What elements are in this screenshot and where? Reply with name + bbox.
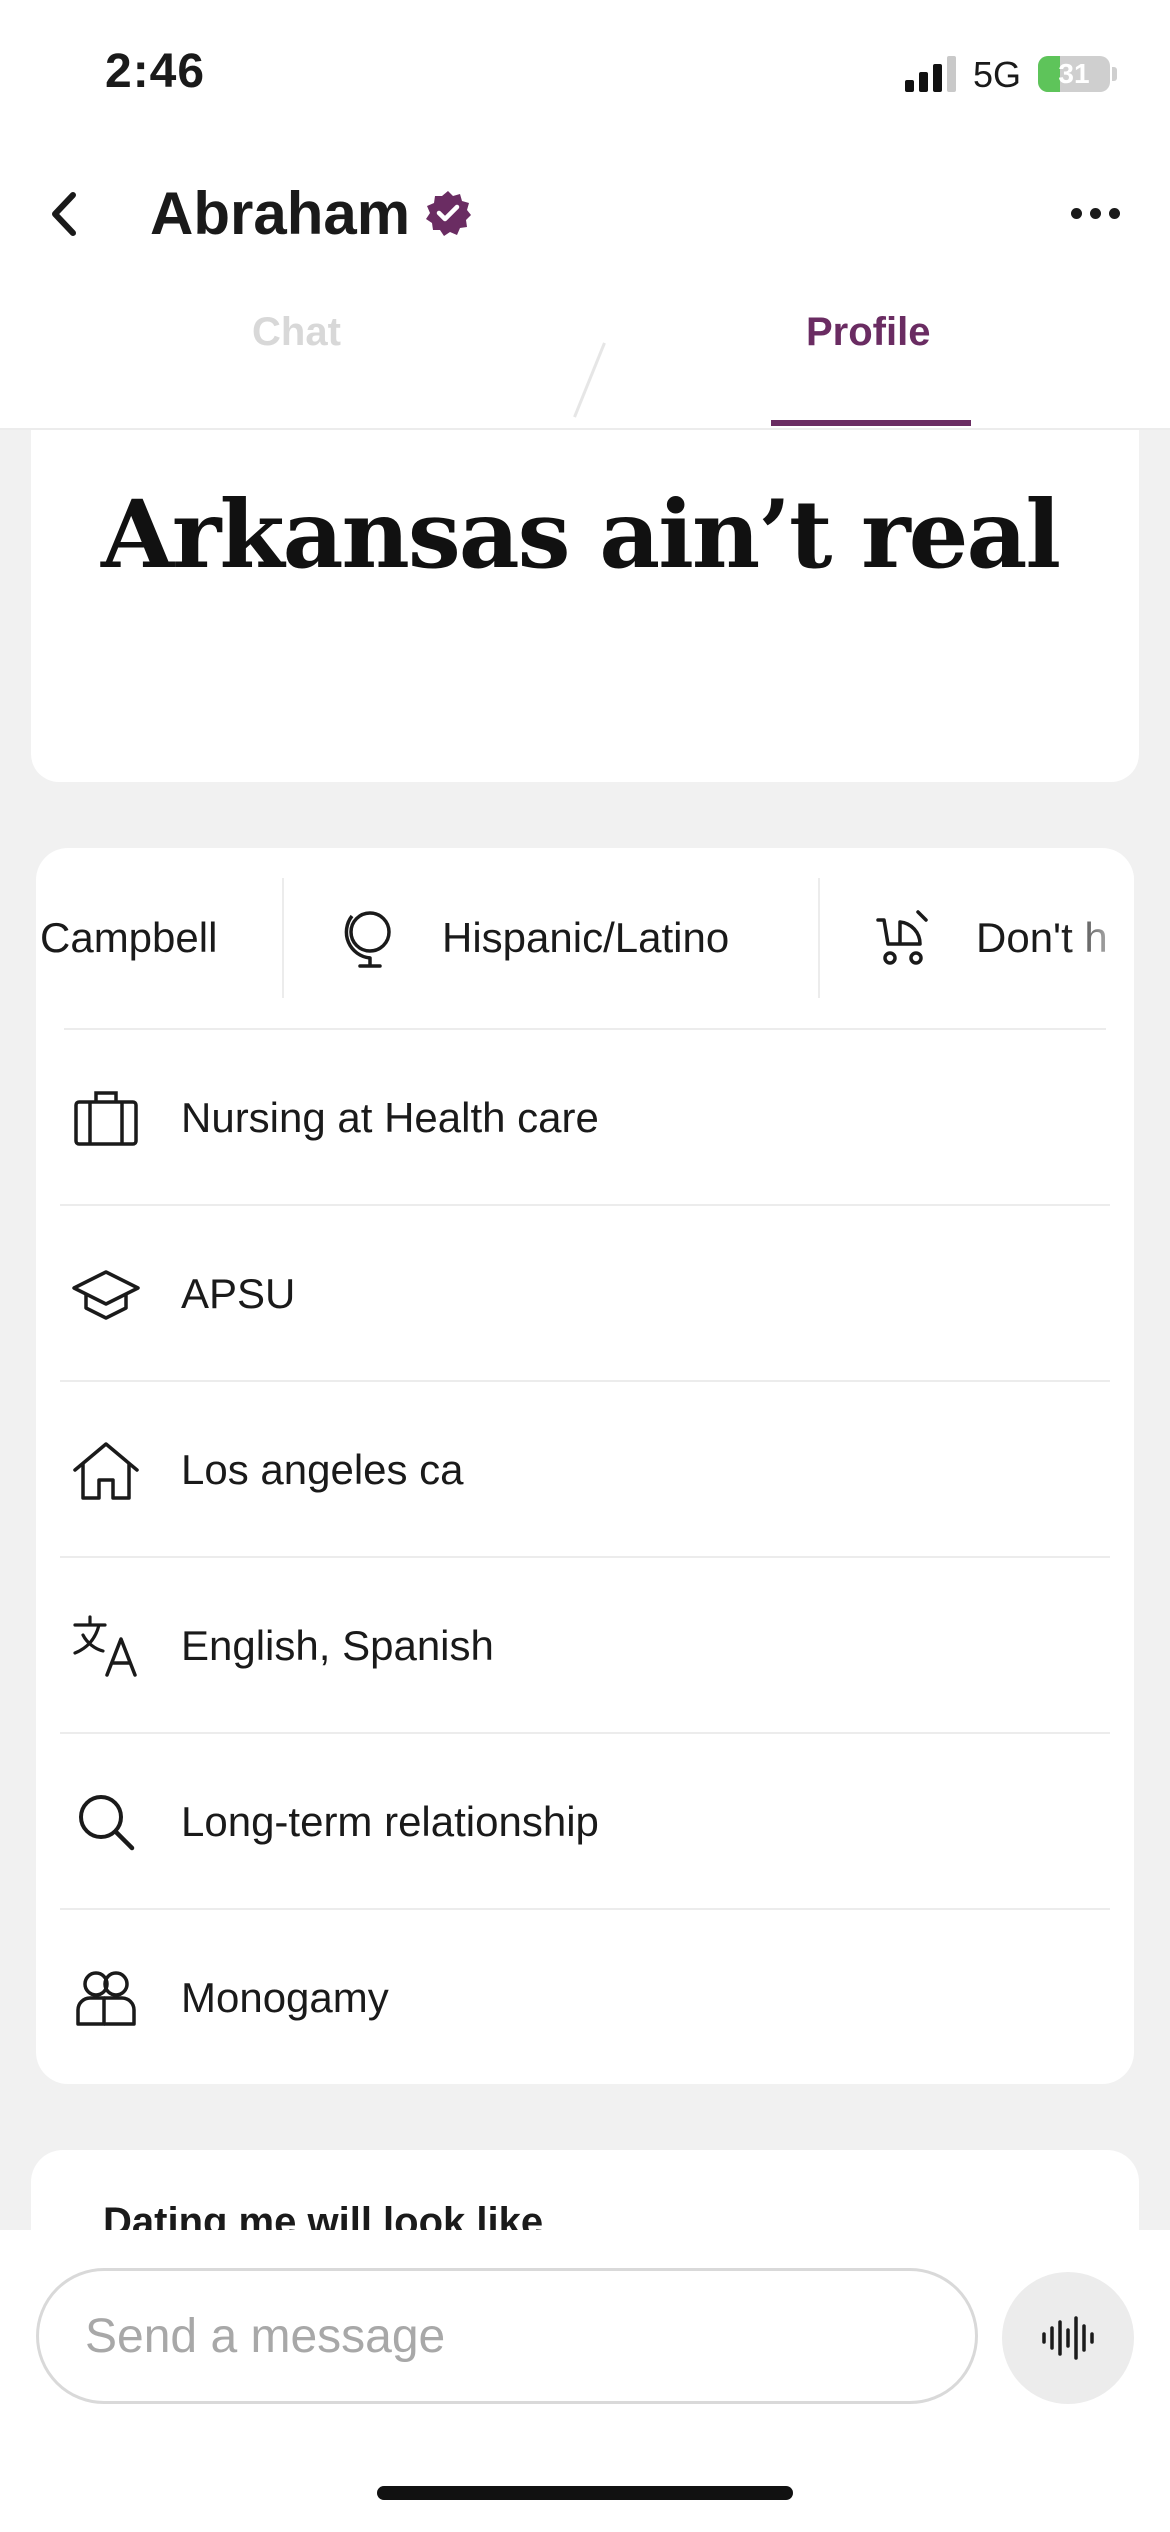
back-button[interactable] (40, 182, 88, 246)
briefcase-icon (70, 1082, 142, 1154)
tab-chat[interactable]: Chat (252, 310, 341, 355)
prompt-answer: Arkansas ain’t real (101, 480, 1061, 590)
prompt-card: Arkansas ain’t real (31, 430, 1139, 782)
detail-row-job: Nursing at Health care (36, 1030, 1134, 1206)
detail-label: English, Spanish (181, 1622, 494, 1669)
voice-waveform-icon (1042, 2316, 1094, 2360)
home-icon (70, 1434, 142, 1506)
vital-divider (282, 878, 284, 998)
tab-profile[interactable]: Profile (806, 310, 930, 355)
vital-label: Hispanic/Latino (442, 914, 730, 961)
detail-label: APSU (181, 1270, 296, 1317)
active-tab-indicator (771, 420, 971, 426)
detail-row-looking-for: Long-term relationship (36, 1734, 1134, 1910)
detail-label: Monogamy (181, 1974, 389, 2021)
battery-tip (1112, 67, 1117, 81)
detail-row-school: APSU (36, 1206, 1134, 1382)
verified-badge-icon (426, 191, 472, 236)
home-indicator (377, 2486, 793, 2500)
translate-icon (70, 1610, 142, 1682)
vitals-scroll-row[interactable]: Campbell Hispanic/Latino Don't h (36, 848, 1134, 1028)
vital-label: Campbell (40, 914, 218, 961)
more-dot (1108, 207, 1120, 219)
profile-info-card: Campbell Hispanic/Latino Don't h Nursing… (36, 848, 1134, 2084)
header-title-row: Abraham (150, 178, 472, 248)
more-dots-icon (1070, 207, 1082, 219)
stroller-icon (870, 906, 934, 970)
vital-hometown: Campbell (40, 848, 217, 1028)
detail-label: Nursing at Health care (181, 1094, 599, 1141)
network-type: 5G (973, 54, 1022, 95)
scroll-fade (1064, 848, 1134, 1028)
more-dot (1089, 207, 1101, 219)
profile-name: Abraham (150, 179, 411, 247)
message-input[interactable] (36, 2268, 978, 2404)
battery-icon: 31 (1038, 56, 1110, 92)
graduation-cap-icon (70, 1258, 142, 1330)
vital-divider (818, 878, 820, 998)
status-bar: 2:46 5G 31 (0, 0, 1170, 150)
search-icon (70, 1786, 142, 1858)
people-icon (70, 1962, 142, 2034)
voice-note-button[interactable] (1002, 2272, 1134, 2404)
detail-row-languages: English, Spanish (36, 1558, 1134, 1734)
detail-row-hometown: Los angeles ca (36, 1382, 1134, 1558)
cellular-signal-icon (905, 56, 957, 92)
detail-row-relationship-type: Monogamy (36, 1910, 1134, 2084)
detail-label: Long-term relationship (181, 1798, 599, 1845)
conversation-header: Abraham Chat Profile (0, 150, 1170, 430)
vital-ethnicity: Hispanic/Latino (336, 848, 729, 1028)
tab-separator (573, 342, 606, 418)
detail-label: Los angeles ca (181, 1446, 464, 1493)
status-time: 2:46 (105, 45, 206, 98)
battery-percent: 31 (1058, 58, 1090, 89)
globe-icon (336, 906, 400, 970)
chevron-left-icon (52, 192, 76, 236)
more-options-button[interactable] (1060, 188, 1130, 238)
